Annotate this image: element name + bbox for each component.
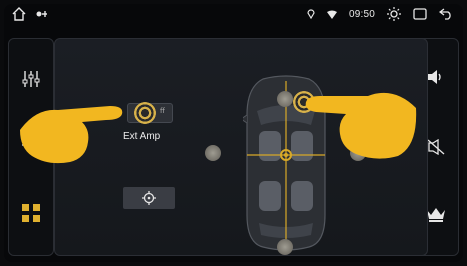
status-right: 09:50 [307,7,453,21]
back-icon[interactable] [439,8,453,20]
equalizer-icon [22,71,40,87]
status-bar: 09:50 [4,4,463,28]
mute-speaker-icon [427,139,445,155]
target-icon [142,191,156,205]
ext-amp-toggle-text: ff [160,107,165,115]
usb-icon [36,9,48,19]
nav-balance-fader[interactable] [9,193,53,233]
speaker-rear-dot[interactable] [277,239,293,255]
crown-icon [426,207,446,223]
nav-equalizer[interactable] [9,59,53,99]
clock: 09:50 [348,8,375,20]
ext-amp-knob [134,102,156,124]
window-icon[interactable] [413,8,427,20]
pointing-hand-right-icon [302,86,420,162]
volume-icon [427,69,445,85]
speaker-left-dot[interactable] [205,145,221,161]
location-icon [307,9,315,19]
brightness-icon[interactable] [387,7,401,21]
wifi-icon [326,10,337,19]
speaker-front-dot[interactable] [277,91,293,107]
home-icon[interactable] [12,7,26,21]
screen: 09:50 ff Ext Amp [4,4,463,262]
ext-amp-label: Ext Amp [123,131,161,142]
ext-amp-toggle[interactable]: ff [127,102,173,124]
pointing-hand-left-icon [18,100,126,170]
balance-fader-icon [21,203,41,223]
status-left [12,7,48,21]
center-balance-button[interactable] [123,187,175,209]
